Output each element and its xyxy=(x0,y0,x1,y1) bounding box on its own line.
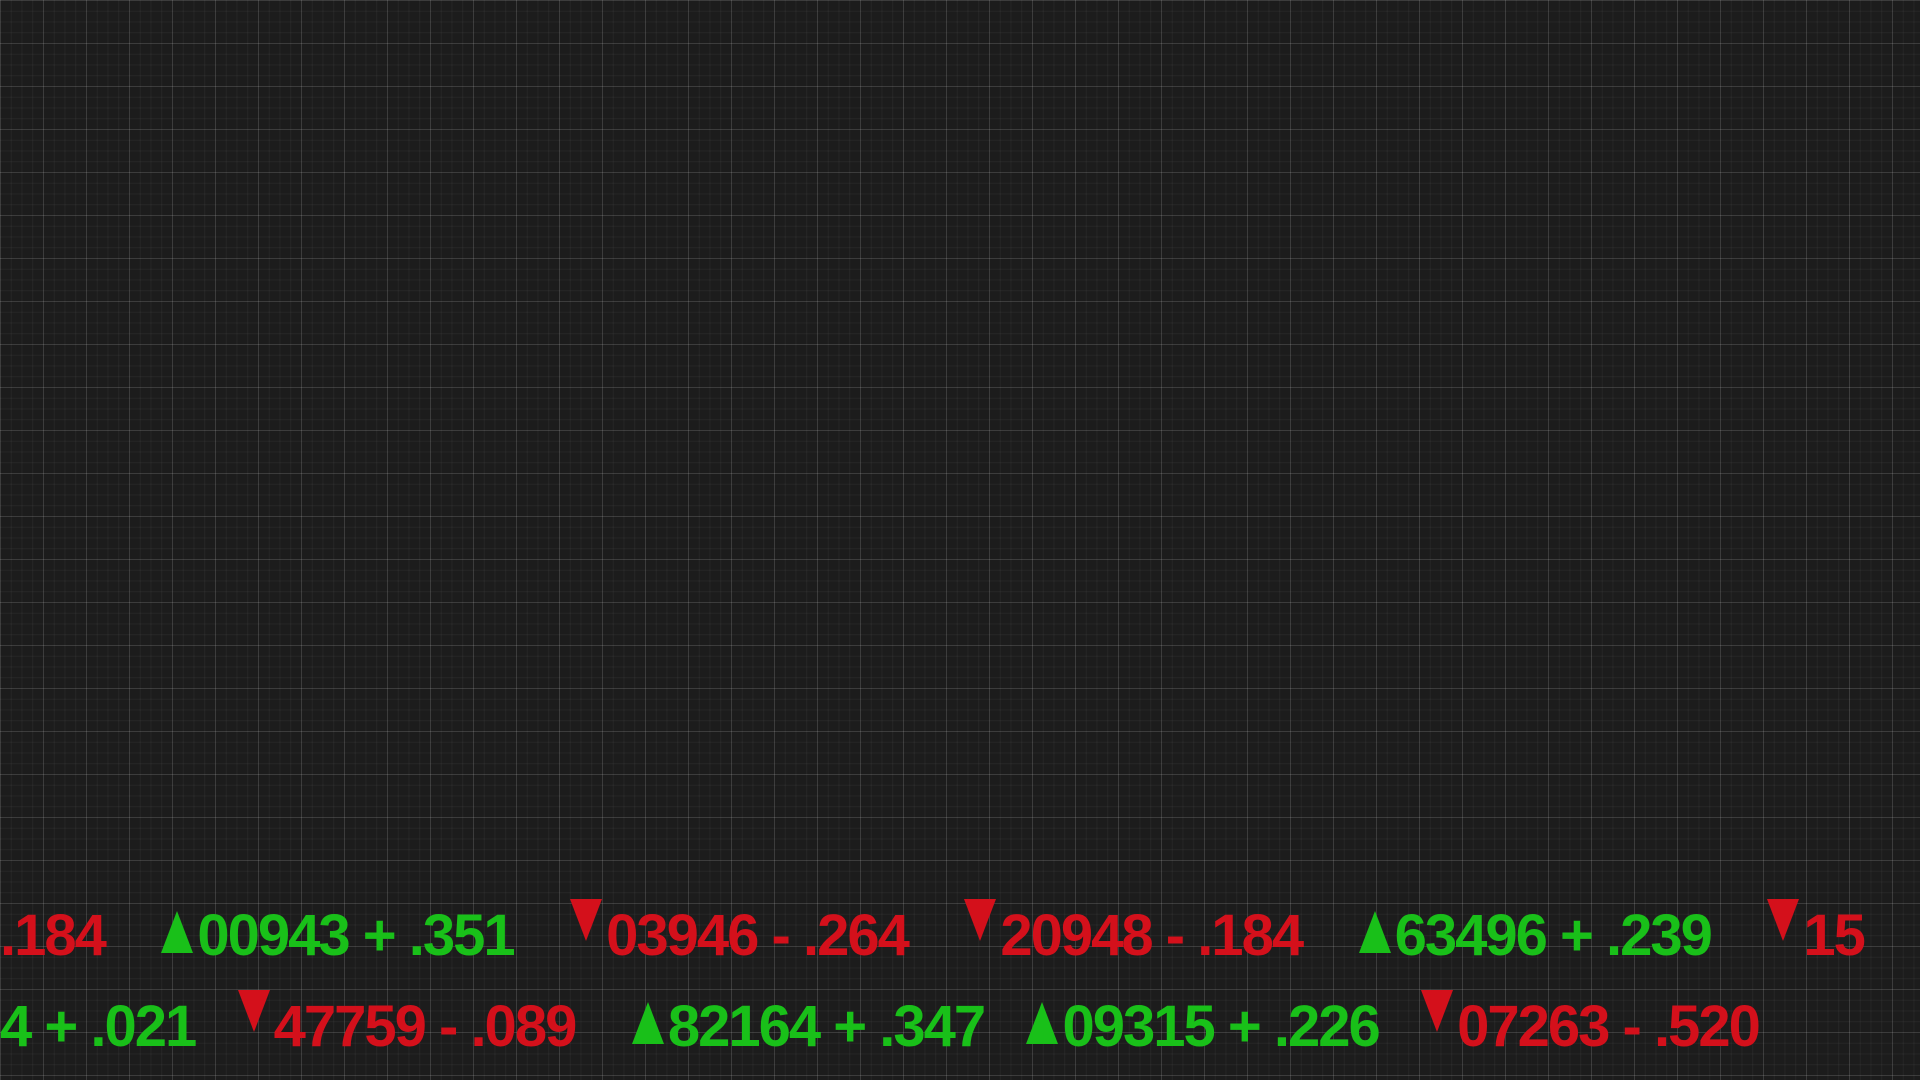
triangle-down-icon xyxy=(1421,990,1454,1032)
triangle-up-icon xyxy=(161,911,194,953)
ticker-item: 82164 + .347 xyxy=(631,998,986,1056)
ticker-code: 00943 xyxy=(197,903,350,968)
ticker-item: 09315 + .226 xyxy=(1026,998,1381,1056)
ticker-row-top: .184 00943 + .351 03946 - .264 20948 - .… xyxy=(0,899,1866,965)
ticker-code: 47759 xyxy=(273,994,427,1059)
ticker-code: 20948 xyxy=(1000,903,1153,968)
ticker-code: 07263 xyxy=(1457,994,1610,1059)
ticker-code: 03946 xyxy=(606,903,759,968)
ticker-change: + .347 xyxy=(833,994,986,1059)
triangle-up-icon xyxy=(631,1002,664,1044)
ticker-change: - .520 xyxy=(1622,994,1761,1059)
ticker-change: - .264 xyxy=(771,903,910,968)
triangle-up-icon xyxy=(1358,911,1391,953)
ticker-change: + .351 xyxy=(362,903,516,968)
ticker-change: + .226 xyxy=(1227,994,1381,1059)
triangle-up-icon xyxy=(1026,1002,1059,1044)
ticker-item: 47759 - .089 xyxy=(237,990,577,1056)
ticker-item: 4 + .021 xyxy=(0,998,197,1056)
ticker-code: 63496 xyxy=(1394,903,1548,968)
ticker-item: 03946 - .264 xyxy=(570,899,910,965)
ticker-screen: .184 00943 + .351 03946 - .264 20948 - .… xyxy=(0,0,1920,1080)
triangle-down-icon xyxy=(570,899,603,941)
ticker-item: 20948 - .184 xyxy=(964,899,1304,965)
triangle-down-icon xyxy=(237,990,270,1032)
ticker-item: 63496 + .239 xyxy=(1358,907,1713,965)
ticker-row-bottom: 4 + .021 47759 - .089 82164 + .347 09315… xyxy=(0,990,1761,1056)
ticker-item: 00943 + .351 xyxy=(161,907,516,965)
ticker-change: - .089 xyxy=(439,994,577,1059)
ticker-code: 09315 xyxy=(1062,994,1215,1059)
ticker-item: .184 xyxy=(0,907,107,965)
ticker-code: 82164 xyxy=(667,994,821,1059)
triangle-down-icon xyxy=(1767,899,1800,941)
ticker-change: + .239 xyxy=(1559,903,1713,968)
ticker-change: - .184 xyxy=(1165,903,1304,968)
ticker-change: 4 + .021 xyxy=(0,994,197,1059)
ticker-item: 15 xyxy=(1767,899,1866,965)
ticker-item: 07263 - .520 xyxy=(1421,990,1761,1056)
ticker-change: .184 xyxy=(0,903,107,968)
triangle-down-icon xyxy=(964,899,997,941)
ticker-code: 15 xyxy=(1803,903,1865,968)
